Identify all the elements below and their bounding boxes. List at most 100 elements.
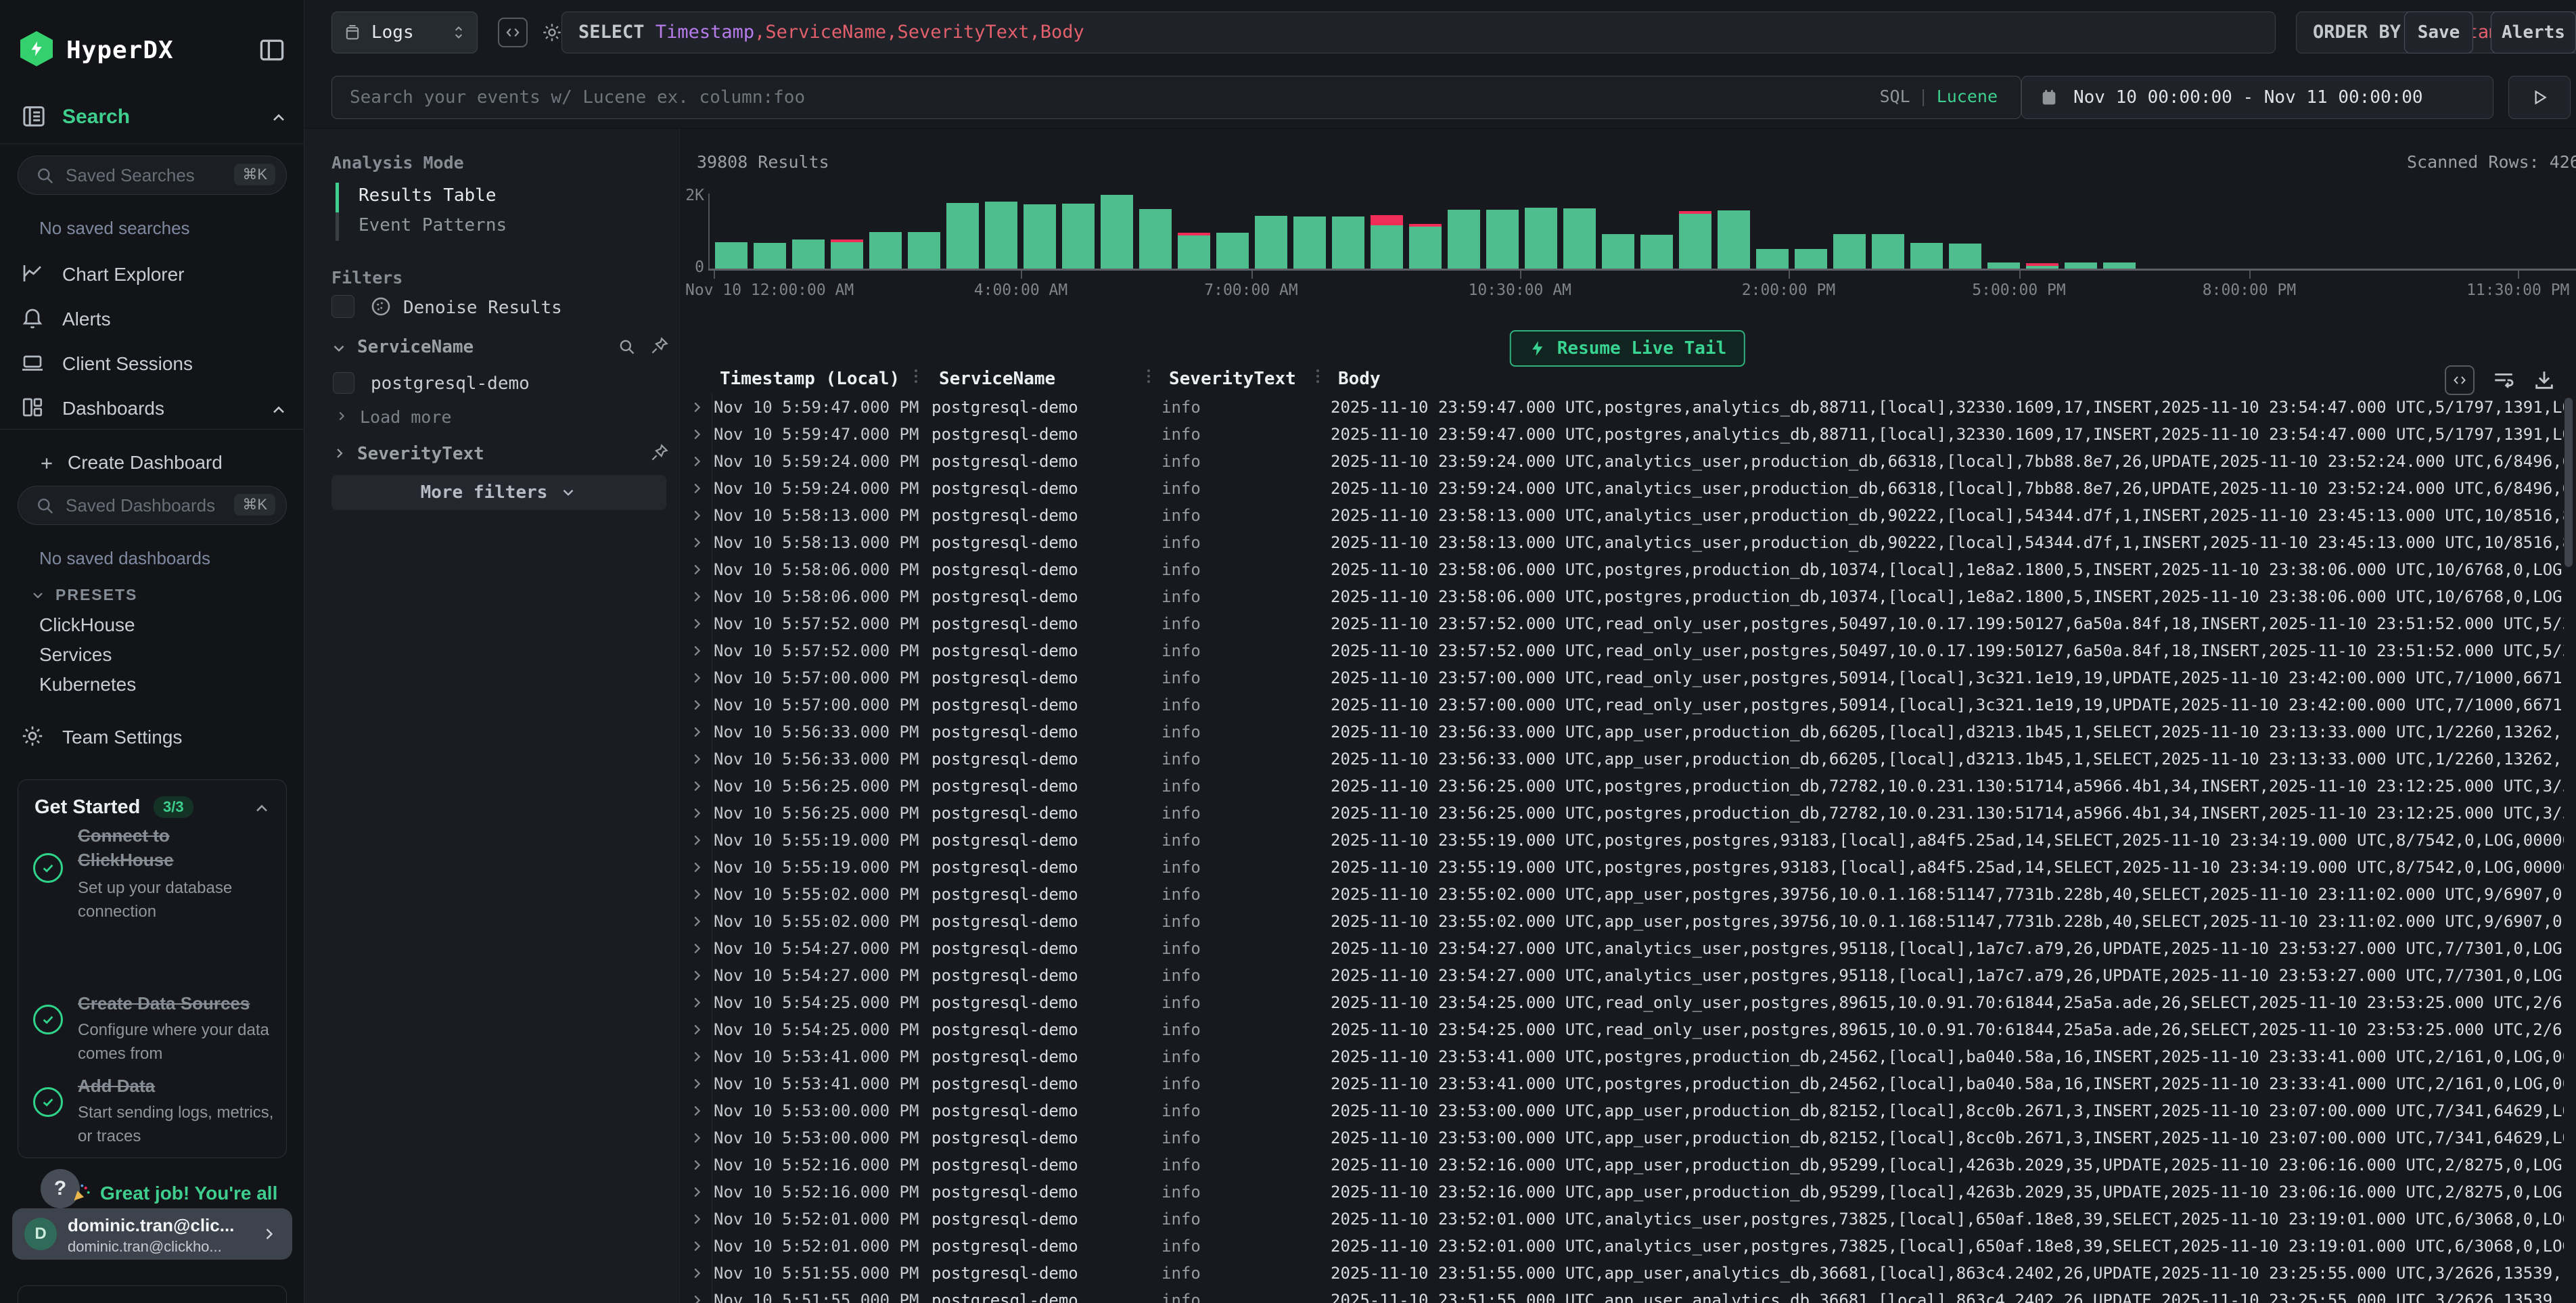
vertical-scrollbar[interactable] [2564,398,2573,567]
expand-row-chevron-icon[interactable] [680,779,714,794]
denoise-label[interactable]: Denoise Results [403,298,562,318]
expand-row-chevron-icon[interactable] [680,562,714,577]
histogram-bar[interactable] [715,242,748,269]
mode-results-table[interactable]: Results Table [359,185,497,206]
expand-row-chevron-icon[interactable] [680,670,714,685]
log-row[interactable]: Nov 10 5:59:24.000 PM postgresql-demo in… [680,448,2564,475]
histogram-bar[interactable] [1525,208,1557,269]
histogram-bar[interactable] [1756,249,1789,269]
expand-row-chevron-icon[interactable] [680,941,714,956]
more-filters-button[interactable]: More filters [331,475,666,510]
histogram-bar[interactable] [1409,224,1442,269]
log-row[interactable]: Nov 10 5:56:33.000 PM postgresql-demo in… [680,718,2564,746]
create-dashboard-button[interactable]: Create Dashboard [0,447,304,483]
expand-row-chevron-icon[interactable] [680,481,714,496]
expand-row-chevron-icon[interactable] [680,427,714,442]
histogram-bar[interactable] [1679,211,1711,269]
chevron-down-icon[interactable] [330,340,348,357]
sidebar-item-team-settings[interactable]: Team Settings [0,721,304,758]
view-source-icon[interactable] [2445,365,2475,395]
download-icon[interactable] [2533,369,2556,392]
column-header-servicename[interactable]: ServiceName [932,369,1162,389]
column-resize-handle[interactable] [915,369,917,383]
wrap-lines-icon[interactable] [2492,369,2515,392]
pin-icon[interactable] [649,442,670,463]
histogram-bar[interactable] [1486,210,1519,269]
histogram-bar[interactable] [908,232,940,269]
expand-row-chevron-icon[interactable] [680,860,714,875]
histogram-bar[interactable] [1640,235,1673,269]
log-row[interactable]: Nov 10 5:57:00.000 PM postgresql-demo in… [680,691,2564,718]
expand-row-chevron-icon[interactable] [680,454,714,469]
servicename-option-checkbox[interactable] [333,372,354,394]
preset-services[interactable]: Services [39,644,112,666]
log-row[interactable]: Nov 10 5:56:25.000 PM postgresql-demo in… [680,800,2564,827]
expand-row-chevron-icon[interactable] [680,698,714,712]
log-row[interactable]: Nov 10 5:52:16.000 PM postgresql-demo in… [680,1179,2564,1206]
histogram-bar[interactable] [1795,249,1827,269]
log-row[interactable]: Nov 10 5:54:25.000 PM postgresql-demo in… [680,989,2564,1016]
get-started-step-title[interactable]: Add Data [78,1074,281,1098]
histogram-bar[interactable] [1024,204,1056,269]
log-row[interactable]: Nov 10 5:55:02.000 PM postgresql-demo in… [680,908,2564,935]
histogram-bar[interactable] [985,202,1017,269]
denoise-checkbox[interactable] [331,295,354,318]
log-row[interactable]: Nov 10 5:53:00.000 PM postgresql-demo in… [680,1097,2564,1124]
alerts-button[interactable]: Alerts [2491,12,2576,53]
sidebar-item-chart-explorer[interactable]: Chart Explorer [0,258,304,295]
preset-clickhouse[interactable]: ClickHouse [39,614,135,636]
log-row[interactable]: Nov 10 5:59:24.000 PM postgresql-demo in… [680,475,2564,502]
log-row[interactable]: Nov 10 5:55:19.000 PM postgresql-demo in… [680,854,2564,881]
mode-event-patterns[interactable]: Event Patterns [359,215,507,235]
histogram-bar[interactable] [1255,216,1287,269]
log-row[interactable]: Nov 10 5:53:41.000 PM postgresql-demo in… [680,1070,2564,1097]
log-row[interactable]: Nov 10 5:58:06.000 PM postgresql-demo in… [680,583,2564,610]
expand-row-chevron-icon[interactable] [680,1293,714,1303]
saved-searches-input[interactable] [64,156,227,194]
column-resize-handle[interactable] [1316,369,1319,383]
get-started-step-title[interactable]: Connect to ClickHouse [78,823,267,872]
saved-searches-search[interactable]: ⌘K [18,156,287,195]
log-row[interactable]: Nov 10 5:58:13.000 PM postgresql-demo in… [680,502,2564,529]
expand-row-chevron-icon[interactable] [680,968,714,983]
expand-row-chevron-icon[interactable] [680,1239,714,1254]
histogram-bar[interactable] [1833,234,1866,269]
servicename-option-label[interactable]: postgresql-demo [371,373,530,394]
expand-row-chevron-icon[interactable] [680,1212,714,1227]
log-row[interactable]: Nov 10 5:51:55.000 PM postgresql-demo in… [680,1260,2564,1287]
log-row[interactable]: Nov 10 5:58:06.000 PM postgresql-demo in… [680,556,2564,583]
expand-row-chevron-icon[interactable] [680,887,714,902]
pin-icon[interactable] [649,336,670,356]
run-query-button[interactable] [2508,76,2571,119]
chevron-up-icon[interactable] [269,108,288,127]
histogram-bar[interactable] [1448,210,1480,269]
column-header-severitytext[interactable]: SeverityText [1162,369,1331,389]
expand-row-chevron-icon[interactable] [680,1158,714,1172]
log-row[interactable]: Nov 10 5:55:02.000 PM postgresql-demo in… [680,881,2564,908]
log-row[interactable]: Nov 10 5:59:47.000 PM postgresql-demo in… [680,421,2564,448]
log-row[interactable]: Nov 10 5:52:01.000 PM postgresql-demo in… [680,1206,2564,1233]
expand-row-chevron-icon[interactable] [680,1266,714,1281]
histogram-bar[interactable] [1293,216,1326,269]
log-row[interactable]: Nov 10 5:54:27.000 PM postgresql-demo in… [680,935,2564,962]
log-row[interactable]: Nov 10 5:56:33.000 PM postgresql-demo in… [680,746,2564,773]
select-columns-input[interactable]: SELECT Timestamp,ServiceName,SeverityTex… [561,12,2276,53]
saved-dashboards-search[interactable]: ⌘K [18,486,287,525]
histogram-bar[interactable] [1371,215,1403,269]
histogram-bar[interactable] [2026,263,2058,269]
save-button[interactable]: Save [2404,12,2473,53]
column-resize-handle[interactable] [1147,369,1150,383]
event-search-box[interactable]: SQL|Lucene [331,76,2021,119]
histogram-bar[interactable] [792,239,825,269]
column-header-body[interactable]: Body [1331,369,2564,389]
histogram-bar[interactable] [1718,210,1750,269]
log-row[interactable]: Nov 10 5:54:27.000 PM postgresql-demo in… [680,962,2564,989]
histogram-bar[interactable] [1949,244,1981,269]
expand-row-chevron-icon[interactable] [680,1049,714,1064]
log-row[interactable]: Nov 10 5:51:55.000 PM postgresql-demo in… [680,1287,2564,1303]
expand-row-chevron-icon[interactable] [680,833,714,848]
expand-row-chevron-icon[interactable] [680,752,714,767]
histogram-bar[interactable] [1139,209,1172,269]
log-row[interactable]: Nov 10 5:55:19.000 PM postgresql-demo in… [680,827,2564,854]
saved-dashboards-input[interactable] [64,486,227,524]
